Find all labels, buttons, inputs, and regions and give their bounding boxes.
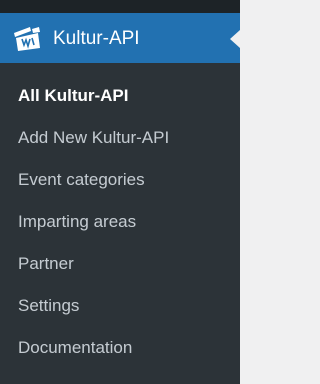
submenu-item-imparting-areas[interactable]: Imparting areas: [0, 198, 240, 240]
submenu-item-settings[interactable]: Settings: [0, 282, 240, 324]
current-menu-arrow: [230, 30, 240, 48]
kultur-api-plugin-icon: [10, 22, 44, 54]
submenu-item-add-new-kultur-api[interactable]: Add New Kultur-API: [0, 114, 240, 156]
submenu-item-all-kultur-api[interactable]: All Kultur-API: [0, 72, 240, 114]
submenu-item-documentation[interactable]: Documentation: [0, 324, 240, 366]
submenu: All Kultur-API Add New Kultur-API Event …: [0, 72, 240, 366]
previous-menu-item-edge: [0, 0, 240, 13]
menu-title: Kultur-API: [53, 27, 140, 49]
menu-item-kultur-api[interactable]: Kultur-API: [0, 13, 240, 63]
submenu-item-partner[interactable]: Partner: [0, 240, 240, 282]
submenu-item-event-categories[interactable]: Event categories: [0, 156, 240, 198]
admin-sidebar: Kultur-API All Kultur-API Add New Kultur…: [0, 0, 240, 384]
